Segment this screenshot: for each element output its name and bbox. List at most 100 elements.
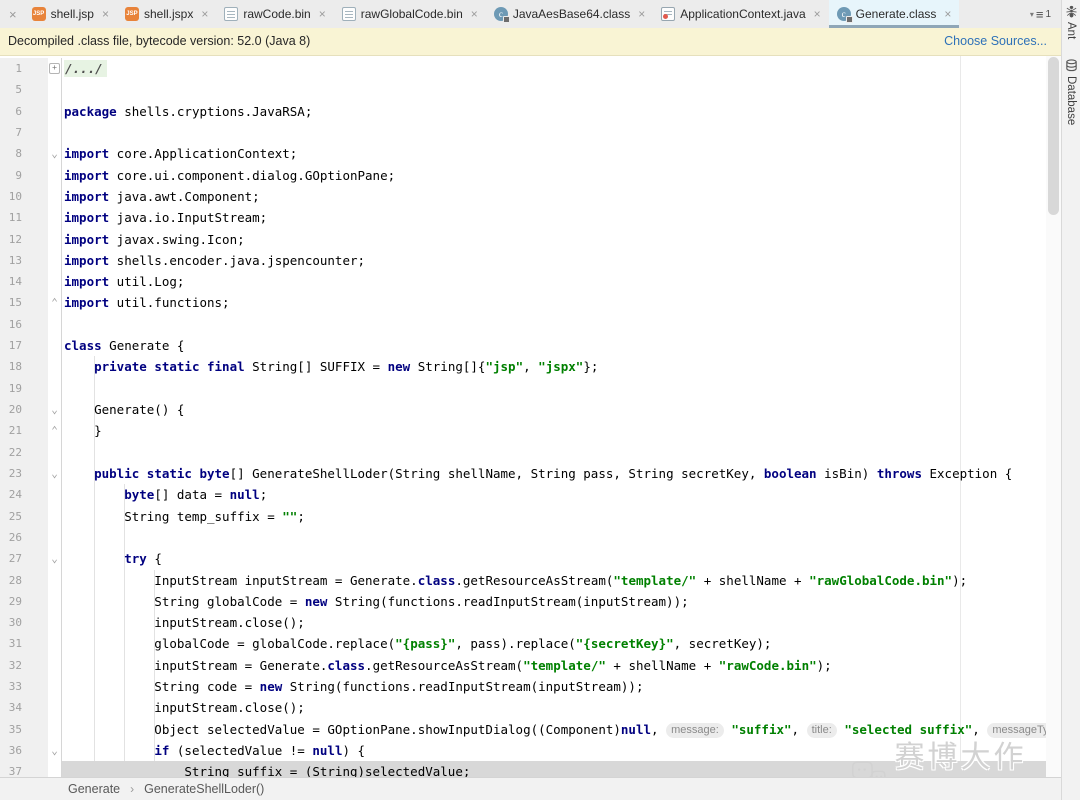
- code-line-24[interactable]: 24 byte[] data = null;: [0, 484, 1046, 506]
- tab-applicationcontext-java[interactable]: ApplicationContext.java ×: [653, 0, 828, 28]
- tab-rawglobalcode-bin[interactable]: rawGlobalCode.bin ×: [334, 0, 486, 28]
- fold-down-icon[interactable]: ⌄: [51, 148, 58, 159]
- fold-cell: [48, 654, 62, 677]
- code-line-33[interactable]: 33 String code = new String(functions.re…: [0, 676, 1046, 698]
- fold-plus-icon[interactable]: +: [49, 63, 60, 75]
- code-text: Object selectedValue = GOptionPane.showI…: [62, 719, 1046, 740]
- line-number: 34: [0, 697, 48, 719]
- code-line-10[interactable]: 10 import java.awt.Component;: [0, 185, 1046, 208]
- tab-close-icon[interactable]: ×: [944, 7, 951, 21]
- code-line-30[interactable]: 30 inputStream.close();: [0, 612, 1046, 634]
- line-number: 14: [0, 271, 48, 293]
- code-line-23[interactable]: 23 ⌄ public static byte[] GenerateShellLo…: [0, 462, 1046, 485]
- line-number: 21: [0, 420, 48, 442]
- code-line-19[interactable]: 19: [0, 377, 1046, 399]
- editor-scrollbar[interactable]: [1046, 56, 1061, 777]
- tab-close-icon[interactable]: ×: [638, 7, 645, 21]
- code-line-15[interactable]: 15 ⌃ import util.functions;: [0, 292, 1046, 314]
- line-number: 33: [0, 676, 48, 698]
- tool-button-label: Ant: [1065, 22, 1077, 40]
- code-line-13[interactable]: 13 import shells.encoder.java.jspencounte…: [0, 249, 1046, 272]
- code-line-14[interactable]: 14 import util.Log;: [0, 271, 1046, 293]
- fold-cell: [48, 249, 62, 272]
- code-line-7[interactable]: 7: [0, 121, 1046, 144]
- fold-down-icon[interactable]: ⌄: [51, 404, 58, 415]
- code-line-32[interactable]: 32 inputStream = Generate.class.getResou…: [0, 654, 1046, 677]
- code-line-12[interactable]: 12 import javax.swing.Icon;: [0, 228, 1046, 250]
- tab-generate-class[interactable]: c Generate.class ×: [828, 0, 960, 28]
- scrollbar-thumb[interactable]: [1048, 57, 1059, 215]
- breadcrumb-item-class[interactable]: Generate: [68, 782, 120, 796]
- code-line-29[interactable]: 29 String globalCode = new String(functi…: [0, 590, 1046, 613]
- line-number: 23: [0, 462, 48, 485]
- text-file-icon: [224, 7, 239, 21]
- fold-down-icon[interactable]: ⌄: [51, 468, 58, 479]
- tool-button-database[interactable]: Database: [1065, 59, 1078, 126]
- ide-window: × JSP shell.jsp × JSP shell.jspx × rawCode.bin…: [0, 0, 1080, 800]
- fold-down-icon[interactable]: ⌄: [51, 553, 58, 564]
- fold-cell: [48, 185, 62, 208]
- tab-shell-jsp[interactable]: JSP shell.jsp ×: [24, 0, 117, 28]
- line-number: 24: [0, 484, 48, 506]
- line-number: 10: [0, 185, 48, 208]
- breadcrumb-item-method[interactable]: GenerateShellLoder(): [144, 782, 264, 796]
- breadcrumb: Generate › GenerateShellLoder(): [0, 777, 1061, 800]
- code-line-18[interactable]: 18 private static final String[] SUFFIX …: [0, 356, 1046, 378]
- code-line-37[interactable]: 37 String suffix = (String)selectedValue…: [0, 761, 1046, 777]
- line-number: 25: [0, 505, 48, 527]
- code-line-36[interactable]: 36 ⌄ if (selectedValue != null) {: [0, 740, 1046, 762]
- tab-close-icon[interactable]: ×: [471, 7, 478, 21]
- hidden-tabs-count: 1: [1045, 8, 1051, 20]
- code-line-1[interactable]: 1 +/.../: [0, 58, 1046, 80]
- code-line-28[interactable]: 28 InputStream inputStream = Generate.cl…: [0, 569, 1046, 591]
- code-line-16[interactable]: 16: [0, 313, 1046, 336]
- code-line-22[interactable]: 22: [0, 441, 1046, 463]
- code-text: private static final String[] SUFFIX = n…: [94, 359, 599, 375]
- code-text: import core.ui.component.dialog.GOptionP…: [64, 167, 396, 183]
- code-line-9[interactable]: 9 import core.ui.component.dialog.GOption…: [0, 164, 1046, 186]
- code-editor[interactable]: 1 +/.../5 6 package shells.cryptions.JavaRS…: [0, 56, 1046, 777]
- code-line-21[interactable]: 21 ⌃ }: [0, 420, 1046, 442]
- hidden-tabs-dropdown[interactable]: ▾ ≡ 1: [1026, 0, 1061, 28]
- code-line-5[interactable]: 5: [0, 79, 1046, 101]
- clipped-tab-close-icon[interactable]: ×: [0, 7, 24, 22]
- code-text: inputStream.close();: [64, 700, 305, 716]
- code-text: String code = new String(functions.readI…: [64, 679, 644, 695]
- fold-up-icon[interactable]: ⌃: [51, 425, 58, 436]
- tool-button-ant[interactable]: Ant: [1065, 5, 1078, 39]
- tab-close-icon[interactable]: ×: [102, 7, 109, 21]
- tab-close-icon[interactable]: ×: [814, 7, 821, 21]
- code-line-6[interactable]: 6 package shells.cryptions.JavaRSA;: [0, 100, 1046, 122]
- code-line-11[interactable]: 11 import java.io.InputStream;: [0, 207, 1046, 229]
- code-line-26[interactable]: 26: [0, 526, 1046, 549]
- code-line-8[interactable]: 8 ⌄ import core.ApplicationContext;: [0, 143, 1046, 165]
- code-line-17[interactable]: 17 class Generate {: [0, 335, 1046, 357]
- line-number: 11: [0, 207, 48, 229]
- code-line-20[interactable]: 20 ⌄ Generate() {: [0, 399, 1046, 421]
- tab-close-icon[interactable]: ×: [319, 7, 326, 21]
- choose-sources-link[interactable]: Choose Sources...: [944, 28, 1047, 55]
- code-line-34[interactable]: 34 inputStream.close();: [0, 697, 1046, 719]
- code-line-35[interactable]: 35 Object selectedValue = GOptionPane.sh…: [0, 718, 1046, 740]
- fold-cell: [48, 441, 62, 463]
- fold-down-icon[interactable]: ⌄: [51, 745, 58, 756]
- code-line-25[interactable]: 25 String temp_suffix = "";: [0, 505, 1046, 527]
- fold-cell: [48, 612, 62, 634]
- tab-label: ApplicationContext.java: [680, 7, 806, 21]
- tab-rawcode-bin[interactable]: rawCode.bin ×: [216, 0, 333, 28]
- line-number: 13: [0, 249, 48, 272]
- fold-cell: [48, 228, 62, 250]
- tab-close-icon[interactable]: ×: [201, 7, 208, 21]
- code-line-27[interactable]: 27 ⌄ try {: [0, 548, 1046, 570]
- fold-up-icon[interactable]: ⌃: [51, 297, 58, 308]
- tab-label: rawCode.bin: [243, 7, 311, 21]
- tab-shell-jspx[interactable]: JSP shell.jspx ×: [117, 0, 216, 28]
- tab-javaaesbase64-class[interactable]: c JavaAesBase64.class ×: [486, 0, 653, 28]
- fold-cell: [48, 676, 62, 698]
- line-number: 31: [0, 633, 48, 655]
- line-number: 7: [0, 121, 48, 144]
- code-line-31[interactable]: 31 globalCode = globalCode.replace("{pas…: [0, 633, 1046, 655]
- tab-label: Generate.class: [855, 7, 937, 21]
